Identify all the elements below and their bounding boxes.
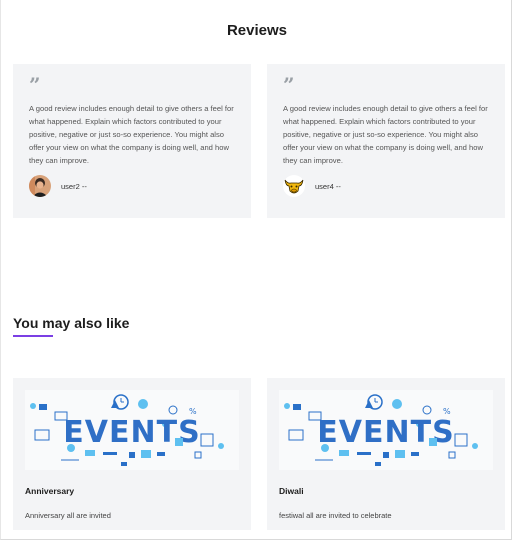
- review-text: A good review includes enough detail to …: [283, 104, 488, 165]
- event-description: festiwal all are invited to celebrate: [279, 511, 392, 520]
- event-description: Anniversary all are invited: [25, 511, 111, 520]
- event-title[interactable]: Diwali: [279, 486, 493, 496]
- events-banner-image[interactable]: % EVENTS: [279, 390, 493, 470]
- also-like-title: You may also like: [13, 315, 130, 331]
- review-card: ” A good review includes enough detail t…: [13, 64, 251, 218]
- review-text: A good review includes enough detail to …: [29, 104, 234, 165]
- quote-icon: ”: [283, 73, 295, 97]
- event-card-anniversary[interactable]: % EVENTS Anniversary Anniversary all are…: [13, 378, 251, 530]
- reviewer-name[interactable]: user2 --: [61, 182, 87, 191]
- event-card-diwali[interactable]: % EVENTS Diwali festiwal all are invited…: [267, 378, 505, 530]
- person-photo-avatar: [29, 175, 51, 197]
- event-title[interactable]: Anniversary: [25, 486, 239, 496]
- bull-logo-avatar: [283, 175, 305, 197]
- reviewer: user4 --: [283, 175, 489, 197]
- review-card: ” A good review includes enough detail t…: [267, 64, 505, 218]
- reviewer: user2 --: [29, 175, 235, 197]
- reviews-title: Reviews: [226, 22, 288, 39]
- title-underline: [13, 335, 53, 337]
- events-banner-image[interactable]: % EVENTS: [25, 390, 239, 470]
- reviewer-name[interactable]: user4 --: [315, 182, 341, 191]
- quote-icon: ”: [29, 73, 41, 97]
